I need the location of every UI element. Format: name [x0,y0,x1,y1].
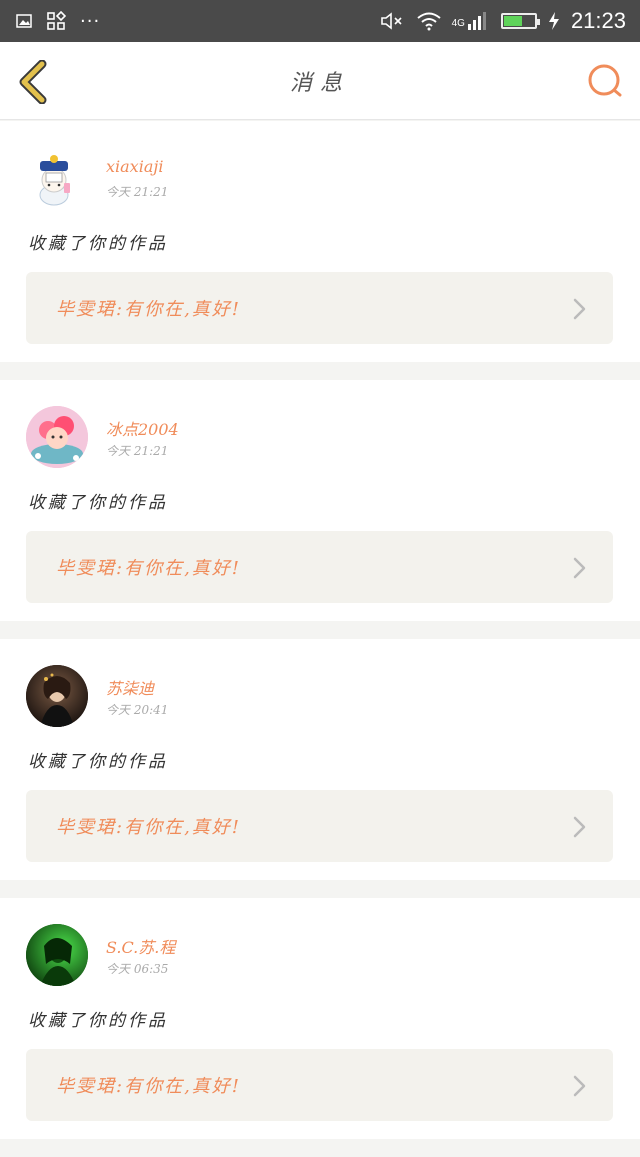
work-link[interactable]: 毕雯珺:有你在,真好! [26,1049,613,1121]
action-text: 收藏了你的作品 [28,234,168,254]
username[interactable]: xiaxiaji [106,157,163,176]
signal-icon [467,12,486,30]
app-header: 消息 [0,42,640,120]
action-text: 收藏了你的作品 [28,1011,168,1031]
work-link[interactable]: 毕雯珺:有你在,真好! [26,531,613,603]
timestamp: 今天 20:41 [106,703,169,717]
message-card: xiaxiaji 今天 21:21 收藏了你的作品 毕雯珺:有你在,真好! [0,121,640,362]
chevron-right-icon [573,557,586,579]
clock: 21:23 [570,8,626,33]
search-button[interactable] [586,62,624,100]
username[interactable]: 苏柒迪 [106,675,154,699]
status-right: 4G 21:23 [380,8,626,34]
network-type: 4G [451,18,465,29]
work-title: 毕雯珺:有你在,真好! [56,299,242,320]
action-text: 收藏了你的作品 [28,493,168,513]
status-bar: ··· 4G 21:23 [0,0,640,42]
wifi-icon [416,12,441,31]
message-card: S.C.苏.程 今天 06:35 收藏了你的作品 毕雯珺:有你在,真好! [0,898,640,1139]
image-icon [16,14,32,28]
avatar[interactable] [26,924,88,986]
mute-icon [380,12,402,30]
timestamp: 今天 06:35 [106,962,169,976]
message-card: 冰点2004 今天 21:21 收藏了你的作品 毕雯珺:有你在,真好! [0,380,640,621]
timestamp: 今天 21:21 [106,185,169,199]
message-card: 苏柒迪 今天 20:41 收藏了你的作品 毕雯珺:有你在,真好! [0,639,640,880]
chevron-right-icon [573,1075,586,1097]
avatar[interactable] [26,665,88,727]
work-title: 毕雯珺:有你在,真好! [56,558,242,579]
work-title: 毕雯珺:有你在,真好! [56,1076,242,1097]
username[interactable]: 冰点2004 [106,416,179,440]
search-icon [588,64,622,97]
battery-icon [500,13,540,29]
back-button[interactable] [16,59,50,105]
username[interactable]: S.C.苏.程 [106,934,175,958]
chevron-left-icon [19,59,47,105]
action-text: 收藏了你的作品 [28,752,168,772]
avatar[interactable] [26,406,88,468]
avatar[interactable] [26,147,88,209]
timestamp: 今天 21:21 [106,444,169,458]
status-left: ··· [16,11,100,32]
chevron-right-icon [573,298,586,320]
work-link[interactable]: 毕雯珺:有你在,真好! [26,272,613,344]
more-icon: ··· [80,10,101,32]
work-title: 毕雯珺:有你在,真好! [56,817,242,838]
message-list: xiaxiaji 今天 21:21 收藏了你的作品 毕雯珺:有你在,真好! 冰点… [0,121,640,1157]
apps-icon [47,11,66,30]
chevron-right-icon [573,816,586,838]
page-title: 消息 [289,70,350,96]
work-link[interactable]: 毕雯珺:有你在,真好! [26,790,613,862]
charging-icon [548,12,559,30]
